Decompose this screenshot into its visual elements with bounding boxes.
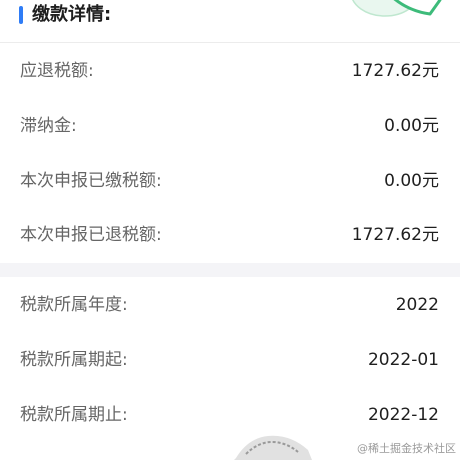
watermark: @稀土掘金技术社区	[357, 442, 456, 455]
period-end-label: 税款所属期止:	[20, 405, 128, 425]
paid-tax-label: 本次申报已缴税额:	[20, 171, 162, 191]
section-header: 缴款详情:	[0, 0, 460, 43]
refund-amount-label: 应退税额:	[20, 61, 94, 81]
period-start-value: 2022-01	[367, 350, 439, 370]
refund-amount-row: 应退税额: 1727.62元	[0, 44, 460, 98]
tax-year-value: 2022	[395, 295, 439, 315]
period-end-value: 2022-12	[367, 405, 439, 425]
late-fee-row: 滞纳金: 0.00元	[0, 99, 460, 153]
tax-year-label: 税款所属年度:	[20, 295, 128, 315]
refunded-tax-label: 本次申报已退税额:	[20, 225, 162, 245]
period-start-row: 税款所属期起: 2022-01	[0, 333, 460, 387]
section-accent-bar	[19, 6, 23, 24]
ticket-decoration-icon	[352, 0, 442, 17]
tax-year-row: 税款所属年度: 2022	[0, 278, 460, 332]
late-fee-label: 滞纳金:	[20, 116, 77, 136]
stamp-icon	[234, 435, 312, 460]
refunded-tax-value: 1727.62元	[351, 225, 439, 245]
period-start-label: 税款所属期起:	[20, 350, 128, 370]
section-divider	[0, 263, 460, 277]
paid-tax-value: 0.00元	[384, 171, 439, 191]
paid-tax-row: 本次申报已缴税额: 0.00元	[0, 154, 460, 208]
late-fee-value: 0.00元	[384, 116, 439, 136]
refund-amount-value: 1727.62元	[351, 61, 439, 81]
section-title: 缴款详情:	[32, 4, 112, 25]
refunded-tax-row: 本次申报已退税额: 1727.62元	[0, 208, 460, 262]
